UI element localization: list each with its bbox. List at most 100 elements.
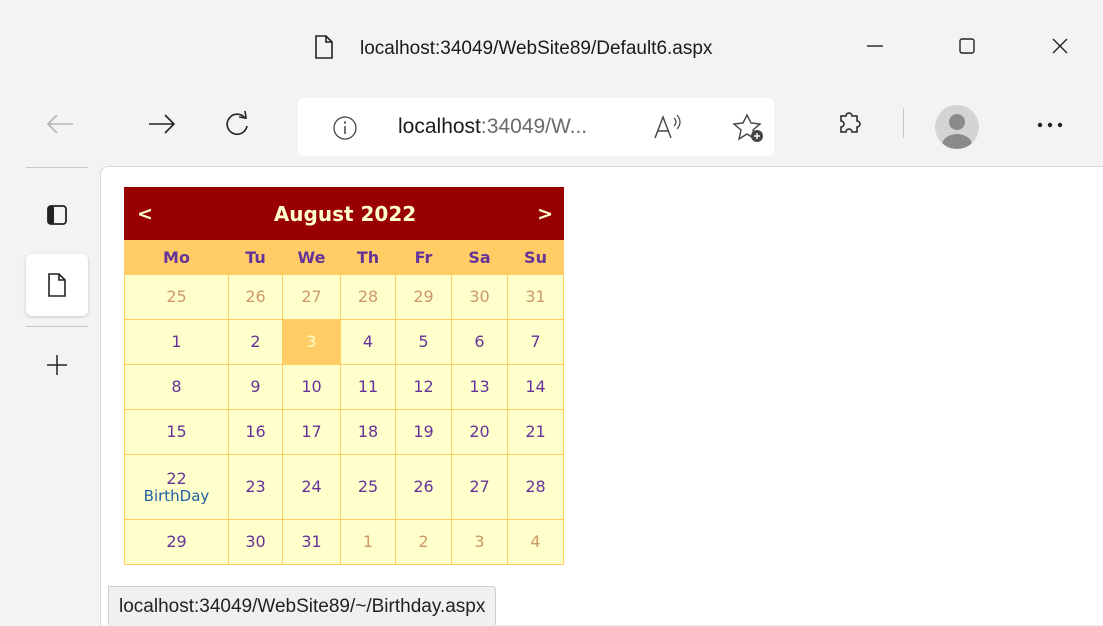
calendar-event-link[interactable]: BirthDay — [125, 487, 228, 505]
calendar-week-row: 15 16 17 18 19 20 21 — [124, 409, 565, 455]
calendar-day[interactable]: 16 — [228, 409, 283, 455]
read-aloud-icon[interactable] — [652, 112, 684, 142]
calendar-day-other-month[interactable]: 4 — [506, 519, 565, 565]
info-icon[interactable] — [332, 115, 358, 141]
calendar-day-other-month[interactable]: 1 — [340, 519, 396, 565]
new-tab-button[interactable] — [26, 334, 88, 396]
calendar-day[interactable]: 1 — [124, 319, 229, 365]
calendar-day[interactable]: 6 — [451, 319, 508, 365]
calendar-day[interactable]: 12 — [395, 364, 452, 410]
day-number: 13 — [469, 377, 490, 396]
day-number: 7 — [530, 332, 541, 351]
more-icon[interactable] — [1030, 110, 1070, 140]
calendar-day[interactable]: 5 — [395, 319, 452, 365]
day-number: 4 — [362, 332, 374, 351]
calendar-day[interactable]: 4 — [340, 319, 396, 365]
calendar-day[interactable]: 24 — [282, 454, 341, 520]
new-tab-plus-icon — [47, 355, 67, 375]
extensions-icon[interactable] — [833, 106, 867, 140]
calendar-day[interactable]: 20 — [451, 409, 508, 455]
calendar-day-other-month[interactable]: 26 — [228, 274, 283, 320]
calendar-day[interactable]: 22 BirthDay — [124, 454, 229, 520]
calendar-day-other-month[interactable]: 2 — [395, 519, 452, 565]
calendar-day[interactable]: 25 — [340, 454, 396, 520]
refresh-button[interactable] — [215, 102, 259, 146]
day-number: 12 — [413, 377, 434, 396]
day-number: 1 — [362, 532, 374, 551]
day-number: 2 — [250, 332, 261, 351]
day-number: 20 — [469, 422, 490, 441]
calendar-day[interactable]: 31 — [282, 519, 341, 565]
next-month-link[interactable]: > — [537, 203, 553, 225]
calendar-day[interactable]: 28 — [506, 454, 565, 520]
calendar-week-row: 22 BirthDay 23 24 25 26 27 28 — [124, 454, 565, 520]
maximize-icon — [959, 38, 975, 54]
sidebar-tab-page[interactable] — [26, 254, 88, 316]
calendar-day[interactable]: 27 — [451, 454, 508, 520]
day-number: 1 — [171, 332, 182, 351]
calendar-day[interactable]: 26 — [395, 454, 452, 520]
day-number: 16 — [245, 422, 266, 441]
forward-button[interactable] — [140, 102, 184, 146]
vertical-tabs-sidebar — [0, 166, 100, 625]
add-favorite-icon[interactable] — [732, 112, 766, 144]
day-number: 23 — [245, 477, 266, 496]
calendar-day[interactable]: 29 — [124, 519, 229, 565]
day-header-row: Mo Tu We Th Fr Sa Su — [124, 239, 565, 275]
day-number: 3 — [306, 332, 317, 351]
minimize-button[interactable] — [855, 26, 895, 66]
calendar-day[interactable]: 14 — [506, 364, 565, 410]
calendar-day[interactable]: 23 — [228, 454, 283, 520]
maximize-button[interactable] — [947, 26, 987, 66]
calendar-day[interactable]: 7 — [506, 319, 565, 365]
calendar-day[interactable]: 15 — [124, 409, 229, 455]
page-content: < August 2022 > Mo Tu We Th Fr Sa Su 25 2… — [100, 166, 1103, 625]
calendar-day[interactable]: 11 — [340, 364, 396, 410]
back-arrow-icon — [46, 114, 73, 134]
day-number: 18 — [357, 422, 379, 441]
address-bar[interactable]: localhost:34049/W... — [298, 98, 774, 156]
calendar-day[interactable]: 10 — [282, 364, 341, 410]
calendar-day-other-month[interactable]: 27 — [282, 274, 341, 320]
calendar-day-other-month[interactable]: 28 — [340, 274, 396, 320]
calendar-day[interactable]: 13 — [451, 364, 508, 410]
calendar-day-other-month[interactable]: 3 — [451, 519, 508, 565]
calendar-body: 25 26 27 28 29 30 31 1 2 3 4 5 6 7 8 9 10 11 12 13 14 15 16 17 1… — [124, 274, 565, 565]
address-text[interactable]: localhost:34049/W... — [398, 115, 587, 139]
calendar-day[interactable]: 21 — [506, 409, 565, 455]
calendar-day[interactable]: 18 — [340, 409, 396, 455]
day-number: 15 — [166, 422, 187, 441]
calendar-day-today[interactable]: 3 — [282, 319, 341, 365]
profile-avatar-icon — [942, 114, 972, 149]
previous-month-link[interactable]: < — [137, 203, 153, 225]
day-number: 27 — [301, 287, 322, 306]
calendar-day-other-month[interactable]: 25 — [124, 274, 229, 320]
calendar-day-other-month[interactable]: 30 — [451, 274, 508, 320]
calendar-day-other-month[interactable]: 29 — [395, 274, 452, 320]
calendar-day[interactable]: 9 — [228, 364, 283, 410]
document-icon — [315, 35, 333, 59]
tab-actions-icon — [47, 205, 67, 225]
calendar-day-other-month[interactable]: 31 — [506, 274, 565, 320]
day-header: Tu — [228, 239, 283, 275]
day-number: 25 — [357, 477, 379, 496]
day-number: 24 — [301, 477, 322, 496]
day-number: 22 — [166, 468, 187, 488]
calendar-day[interactable]: 30 — [228, 519, 283, 565]
day-number: 26 — [245, 287, 266, 306]
calendar-day[interactable]: 19 — [395, 409, 452, 455]
navigation-bar: localhost:34049/W... — [0, 88, 1103, 166]
back-button[interactable] — [38, 102, 82, 146]
profile-button[interactable] — [935, 105, 979, 149]
tab-actions-button[interactable] — [26, 184, 88, 246]
day-number: 5 — [418, 332, 429, 351]
close-button[interactable] — [1040, 26, 1080, 66]
minimize-icon — [867, 45, 883, 47]
window-title: localhost:34049/WebSite89/Default6.aspx — [360, 38, 713, 59]
calendar-day[interactable]: 17 — [282, 409, 341, 455]
day-number: 31 — [525, 287, 546, 306]
calendar-day[interactable]: 2 — [228, 319, 283, 365]
day-number: 2 — [418, 532, 429, 551]
calendar-day[interactable]: 8 — [124, 364, 229, 410]
day-number: 29 — [166, 532, 187, 551]
